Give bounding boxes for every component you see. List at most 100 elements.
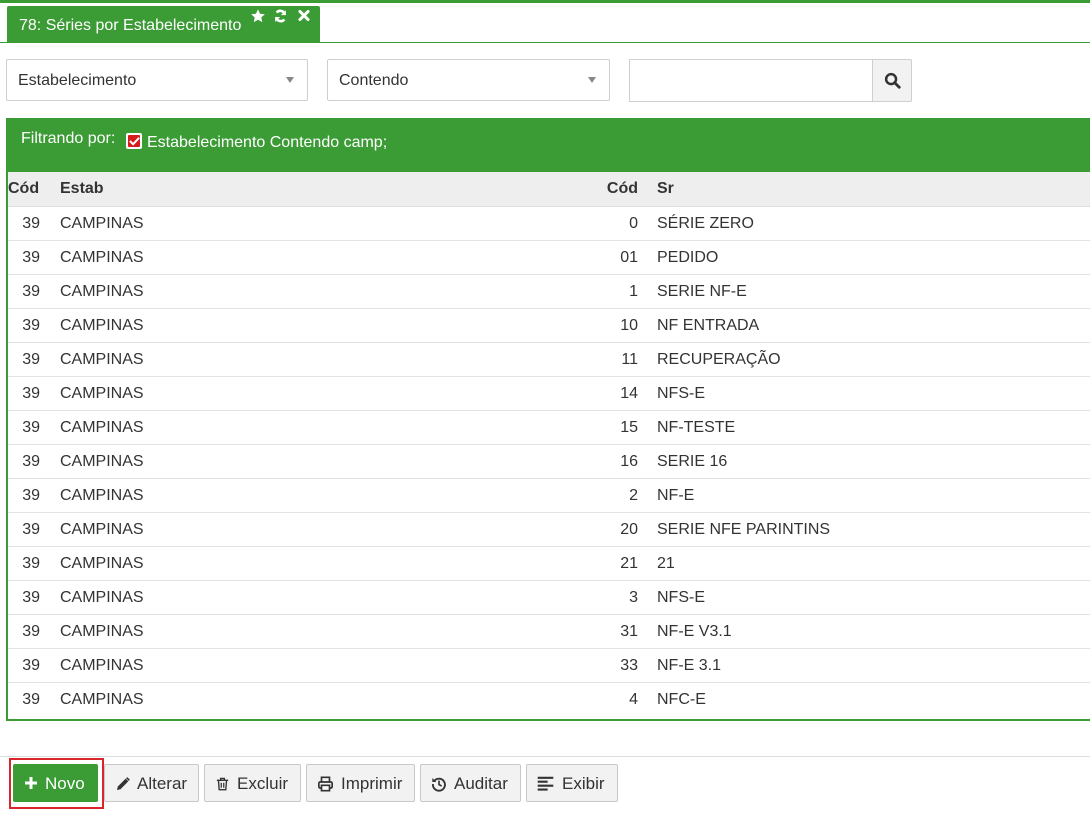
table-row[interactable]: 39 CAMPINAS 16 SERIE 16 (8, 444, 1090, 479)
column-header-sr[interactable]: Sr (638, 172, 1090, 207)
search-input[interactable] (629, 59, 873, 102)
auditar-button[interactable]: Auditar (420, 764, 521, 802)
cell-cod-estab: 39 (8, 580, 51, 615)
table-row[interactable]: 39 CAMPINAS 33 NF-E 3.1 (8, 648, 1090, 683)
operator-select[interactable]: Contendo (327, 59, 610, 101)
column-header-estab[interactable]: Estab (51, 172, 600, 207)
cell-cod-serie: 15 (600, 410, 638, 445)
table-row[interactable]: 39 CAMPINAS 15 NF-TESTE (8, 410, 1090, 445)
imprimir-button[interactable]: Imprimir (306, 764, 415, 802)
table-row[interactable]: 39 CAMPINAS 21 21 (8, 546, 1090, 581)
cell-serie: NF-TESTE (638, 410, 1090, 445)
tab-title: 78: Séries por Estabelecimento (19, 17, 242, 34)
column-header-cod-serie[interactable]: Cód (600, 172, 638, 207)
cell-serie: RECUPERAÇÃO (638, 342, 1090, 377)
cell-estab: CAMPINAS (51, 580, 600, 615)
exibir-button[interactable]: Exibir (526, 764, 618, 802)
cell-cod-serie: 10 (600, 308, 638, 343)
cell-estab: CAMPINAS (51, 240, 600, 275)
table-row[interactable]: 39 CAMPINAS 01 PEDIDO (8, 240, 1090, 275)
cell-serie: NFS-E (638, 580, 1090, 615)
cell-estab: CAMPINAS (51, 512, 600, 547)
cell-cod-serie: 21 (600, 546, 638, 581)
cell-serie: NF-E (638, 478, 1090, 513)
close-icon[interactable] (297, 8, 315, 26)
check-icon (129, 137, 140, 146)
cell-cod-estab: 39 (8, 444, 51, 479)
cell-estab: CAMPINAS (51, 410, 600, 445)
cell-cod-serie: 33 (600, 648, 638, 683)
cell-serie: SERIE NFE PARINTINS (638, 512, 1090, 547)
cell-estab: CAMPINAS (51, 308, 600, 343)
auditar-label: Auditar (454, 774, 508, 793)
cell-serie: NF ENTRADA (638, 308, 1090, 343)
filter-label: Filtrando por: (21, 130, 116, 147)
table-row[interactable]: 39 CAMPINAS 4 NFC-E (8, 683, 1090, 717)
cell-serie: SERIE NF-E (638, 274, 1090, 309)
search-icon (884, 72, 901, 89)
cell-cod-estab: 39 (8, 206, 51, 241)
cell-cod-serie: 2 (600, 478, 638, 513)
cell-serie: SÉRIE ZERO (638, 206, 1090, 241)
cell-serie: 21 (638, 546, 1090, 581)
table-row[interactable]: 39 CAMPINAS 20 SERIE NFE PARINTINS (8, 512, 1090, 547)
filter-checkbox[interactable] (126, 133, 142, 149)
plus-icon (25, 777, 37, 789)
cell-estab: CAMPINAS (60, 690, 144, 708)
cell-cod-estab: 39 (8, 648, 51, 683)
chevron-down-icon (588, 77, 596, 83)
cell-cod-estab: 39 (8, 546, 51, 581)
cell-cod-estab: 39 (8, 614, 51, 649)
cell-serie: NFC-E (657, 690, 706, 708)
table-header-row: Cód Estab Cód Sr (8, 172, 1090, 207)
table-row[interactable]: 39 CAMPINAS 0 SÉRIE ZERO (8, 206, 1090, 241)
table-row[interactable]: 39 CAMPINAS 2 NF-E (8, 478, 1090, 513)
filter-text: Estabelecimento Contendo camp; (147, 134, 388, 151)
tab-series-por-estabelecimento[interactable]: 78: Séries por Estabelecimento (7, 6, 320, 43)
cell-cod-estab: 39 (8, 512, 51, 547)
novo-label: Novo (45, 774, 85, 793)
cell-serie: SERIE 16 (638, 444, 1090, 479)
table-row[interactable]: 39 CAMPINAS 10 NF ENTRADA (8, 308, 1090, 343)
toolbar-divider (0, 756, 1090, 757)
trash-icon (216, 777, 229, 791)
cell-cod-estab: 39 (8, 274, 51, 309)
cell-cod-serie: 01 (600, 240, 638, 275)
table-row[interactable]: 39 CAMPINAS 11 RECUPERAÇÃO (8, 342, 1090, 377)
cell-cod-serie: 11 (600, 342, 638, 377)
star-icon[interactable] (250, 8, 268, 26)
table-row[interactable]: 39 CAMPINAS 3 NFS-E (8, 580, 1090, 615)
cell-cod-serie: 4 (629, 690, 638, 708)
cell-cod-estab: 39 (8, 240, 51, 275)
chevron-down-icon (286, 77, 294, 83)
cell-cod-estab: 39 (8, 308, 51, 343)
field-select-value: Estabelecimento (18, 72, 137, 89)
cell-estab: CAMPINAS (51, 342, 600, 377)
excluir-label: Excluir (237, 774, 289, 793)
pencil-icon (117, 777, 130, 790)
alterar-label: Alterar (137, 774, 188, 793)
table-row[interactable]: 39 CAMPINAS 14 NFS-E (8, 376, 1090, 411)
history-icon (432, 777, 446, 792)
column-header-cod-estab[interactable]: Cód (8, 172, 51, 207)
refresh-icon[interactable] (273, 8, 291, 26)
filter-bar: Filtrando por: Estabelecimento Contendo … (8, 118, 1090, 172)
top-accent-line (0, 0, 1090, 3)
cell-cod-estab: 39 (22, 690, 40, 708)
field-select[interactable]: Estabelecimento (6, 59, 308, 101)
search-button[interactable] (872, 59, 912, 102)
cell-cod-serie: 31 (600, 614, 638, 649)
novo-button[interactable]: Novo (13, 764, 98, 802)
alterar-button[interactable]: Alterar (104, 764, 199, 802)
series-table: Cód Estab Cód Sr 39 CAMPINAS 0 SÉRIE ZERO 39… (8, 172, 1090, 716)
excluir-button[interactable]: Excluir (204, 764, 301, 802)
cell-estab: CAMPINAS (51, 546, 600, 581)
cell-cod-serie: 14 (600, 376, 638, 411)
cell-serie: NF-E V3.1 (638, 614, 1090, 649)
print-icon (318, 776, 333, 792)
align-left-icon (537, 776, 554, 791)
table-row[interactable]: 39 CAMPINAS 31 NF-E V3.1 (8, 614, 1090, 649)
table-row[interactable]: 39 CAMPINAS 1 SERIE NF-E (8, 274, 1090, 309)
cell-cod-serie: 1 (600, 274, 638, 309)
cell-cod-serie: 3 (600, 580, 638, 615)
